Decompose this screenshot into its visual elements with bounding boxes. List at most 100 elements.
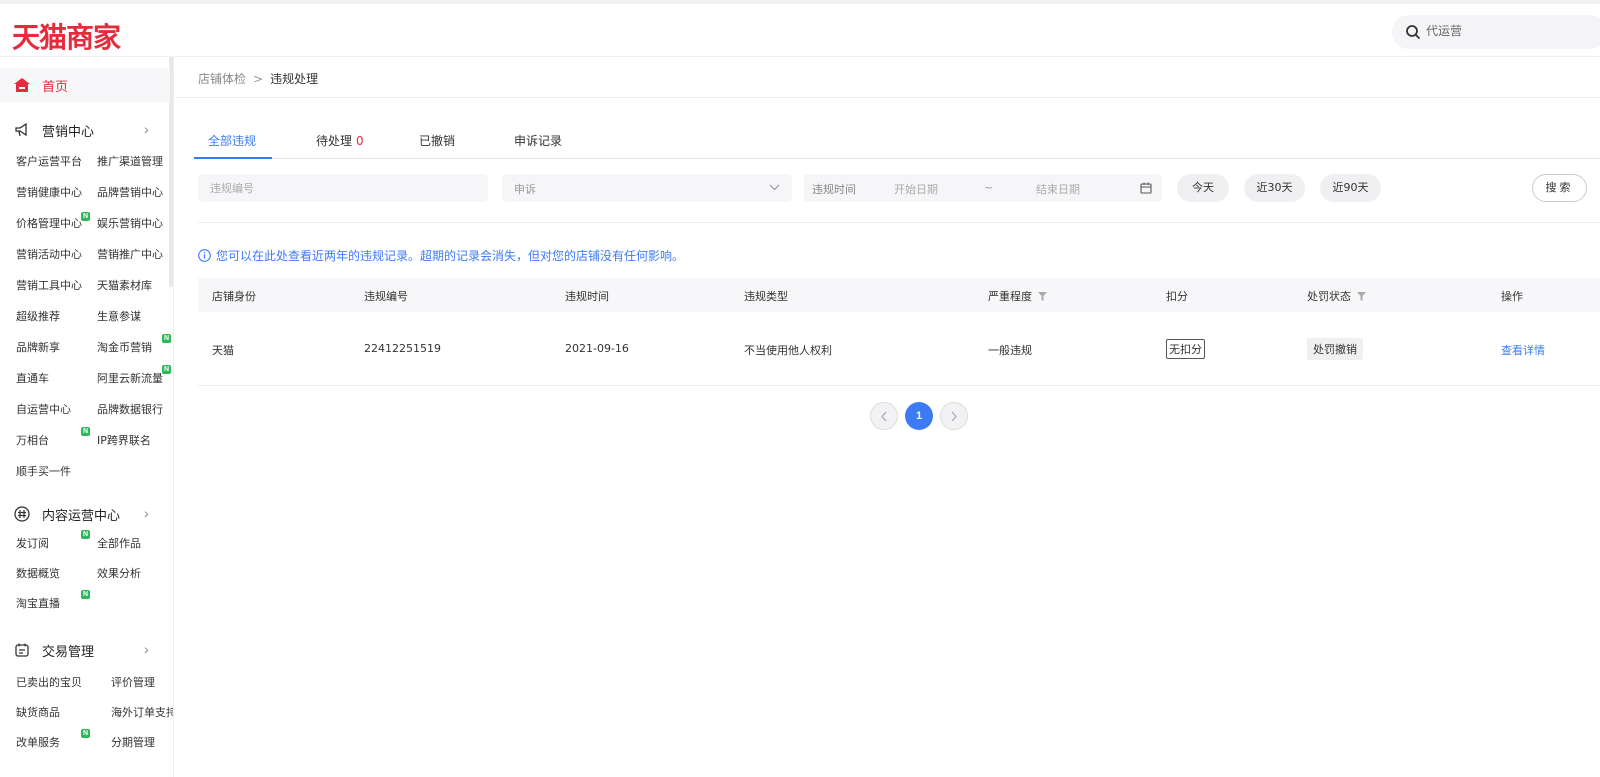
sidebar-subitem[interactable]: 营销健康中心: [16, 184, 82, 200]
sidebar-subitem[interactable]: 阿里云新流量: [97, 370, 163, 386]
sidebar-subitem[interactable]: IP跨界联名: [97, 432, 151, 448]
sidebar-subitem[interactable]: 全部作品: [97, 535, 141, 551]
violation-tabs: 全部违规 待处理 0 已撤销 申诉记录: [194, 118, 1600, 159]
sidebar-subitem[interactable]: 已卖出的宝贝: [16, 674, 82, 690]
pending-count: 0: [356, 134, 364, 148]
sidebar-group-title: 交易管理: [42, 644, 95, 660]
sidebar-subitem[interactable]: 评价管理: [111, 674, 155, 690]
chevron-right-icon: ›: [144, 505, 149, 521]
violation-number-input[interactable]: [198, 174, 488, 202]
start-date-input[interactable]: 开始日期: [894, 181, 938, 197]
filter-divider: [198, 222, 1600, 223]
sidebar-subitem[interactable]: 发订阅: [16, 535, 49, 551]
sidebar-subitem[interactable]: 海外订单支持: [111, 704, 173, 720]
today-button[interactable]: 今天: [1177, 174, 1229, 202]
sidebar-subitem[interactable]: 价格管理中心: [16, 215, 82, 231]
sidebar-item-home[interactable]: 首页: [0, 68, 170, 102]
date-range-label: 违规时间: [812, 183, 856, 196]
sidebar-subitem[interactable]: 营销工具中心: [16, 277, 82, 293]
sidebar-subitem[interactable]: 品牌营销中心: [97, 184, 163, 200]
sidebar-subitem[interactable]: 缺货商品: [16, 704, 60, 720]
sidebar-subitem[interactable]: 品牌新享: [16, 339, 60, 355]
date-range-picker[interactable]: 违规时间 开始日期 ~ 结束日期: [804, 174, 1162, 202]
active-tab-indicator: [194, 157, 272, 159]
calendar-icon: [15, 643, 29, 657]
breadcrumb: 店铺体检 > 违规处理: [198, 70, 318, 87]
column-header: 店铺身份: [212, 290, 256, 303]
sidebar-subitem[interactable]: 淘金币营销: [97, 339, 152, 355]
cell-violation-time: 2021-09-16: [565, 342, 629, 355]
brand-logo[interactable]: 天猫商家: [12, 16, 121, 56]
breadcrumb-parent[interactable]: 店铺体检: [198, 72, 246, 86]
page-number-current[interactable]: 1: [905, 402, 933, 430]
sidebar-group-marketing[interactable]: 营销中心 ›: [0, 117, 170, 143]
tab-pending[interactable]: 待处理 0: [316, 132, 364, 149]
column-header: 违规编号: [364, 290, 408, 303]
global-search[interactable]: [1392, 15, 1600, 49]
sidebar-subitem[interactable]: 推广渠道管理: [97, 153, 163, 169]
column-header: 扣分: [1166, 290, 1188, 303]
column-header: 严重程度: [988, 290, 1032, 303]
sidebar-subitem[interactable]: 生意参谋: [97, 308, 141, 324]
chevron-right-icon: ›: [144, 641, 149, 657]
table-row: 天猫 22412251519 2021-09-16 不当使用他人权利 一般违规 …: [198, 312, 1600, 386]
sidebar-subitem[interactable]: 娱乐营销中心: [97, 215, 163, 231]
prev-page-button[interactable]: [870, 402, 898, 430]
tab-label: 待处理: [316, 134, 353, 148]
sidebar-subitem[interactable]: 分期管理: [111, 734, 155, 750]
end-date-input[interactable]: 结束日期: [1036, 181, 1080, 197]
sidebar-subitem[interactable]: 自运营中心: [16, 401, 71, 417]
violation-number-filter[interactable]: [198, 174, 488, 202]
filter-icon[interactable]: [1038, 292, 1047, 301]
sidebar-group-trade[interactable]: 交易管理 ›: [0, 637, 170, 663]
sidebar-subitem[interactable]: 天猫素材库: [97, 277, 152, 293]
new-badge: N: [162, 365, 171, 374]
calendar-icon[interactable]: [1140, 182, 1152, 194]
column-header: 违规时间: [565, 290, 609, 303]
points-tag: 无扣分: [1166, 339, 1205, 359]
sidebar-item-label: 首页: [42, 79, 69, 95]
column-header-status[interactable]: 处罚状态: [1307, 288, 1366, 304]
search-button[interactable]: 搜索: [1532, 174, 1587, 202]
sidebar-subitem[interactable]: 超级推荐: [16, 308, 60, 324]
tab-all-violations[interactable]: 全部违规: [208, 132, 256, 149]
sidebar-group-title: 内容运营中心: [42, 508, 121, 524]
chevron-right-icon: ›: [144, 121, 149, 137]
cell-violation-type: 不当使用他人权利: [744, 344, 832, 357]
megaphone-icon: [15, 122, 27, 137]
filter-icon[interactable]: [1357, 292, 1366, 301]
next-page-button[interactable]: [940, 402, 968, 430]
sidebar: 首页 营销中心 › 客户运营平台 推广渠道管理 营销健康中心 品牌营销中心 价格…: [0, 57, 174, 777]
sidebar-subitem[interactable]: 营销推广中心: [97, 246, 163, 262]
appeal-select[interactable]: 申诉: [502, 174, 792, 202]
sidebar-group-title: 营销中心: [42, 124, 95, 140]
top-bar: 天猫商家: [0, 0, 1600, 57]
sidebar-subitem[interactable]: 顺手买一件: [16, 463, 71, 479]
search-input[interactable]: [1426, 19, 1596, 43]
sidebar-subitem[interactable]: 效果分析: [97, 565, 141, 581]
column-header-severity[interactable]: 严重程度: [988, 288, 1047, 304]
new-badge: N: [162, 334, 171, 343]
notice-text: 您可以在此处查看近两年的违规记录。超期的记录会消失，但对您的店铺没有任何影响。: [216, 249, 685, 263]
tab-appeal-records[interactable]: 申诉记录: [514, 132, 562, 149]
sidebar-subitem[interactable]: 营销活动中心: [16, 246, 82, 262]
sidebar-subitem[interactable]: 改单服务: [16, 734, 60, 750]
sidebar-subitem[interactable]: 直通车: [16, 370, 49, 386]
tab-revoked[interactable]: 已撤销: [419, 132, 455, 149]
chevron-down-icon: [769, 184, 780, 191]
sidebar-subitem[interactable]: 客户运营平台: [16, 153, 82, 169]
sidebar-subitem[interactable]: 品牌数据银行: [97, 401, 163, 417]
hashtag-icon: [14, 506, 30, 522]
view-details-link[interactable]: 查看详情: [1501, 342, 1545, 358]
last-90-days-button[interactable]: 近90天: [1320, 174, 1381, 202]
sidebar-subitem[interactable]: 数据概览: [16, 565, 60, 581]
sidebar-subitem[interactable]: 万相台: [16, 432, 49, 448]
chevron-left-icon: [881, 411, 887, 422]
breadcrumb-separator: >: [253, 72, 264, 86]
new-badge: N: [81, 427, 90, 436]
column-header: 违规类型: [744, 290, 788, 303]
sidebar-group-content[interactable]: 内容运营中心 ›: [0, 501, 170, 527]
last-30-days-button[interactable]: 近30天: [1244, 174, 1305, 202]
header-divider: [176, 97, 1600, 98]
sidebar-subitem[interactable]: 淘宝直播: [16, 595, 60, 611]
